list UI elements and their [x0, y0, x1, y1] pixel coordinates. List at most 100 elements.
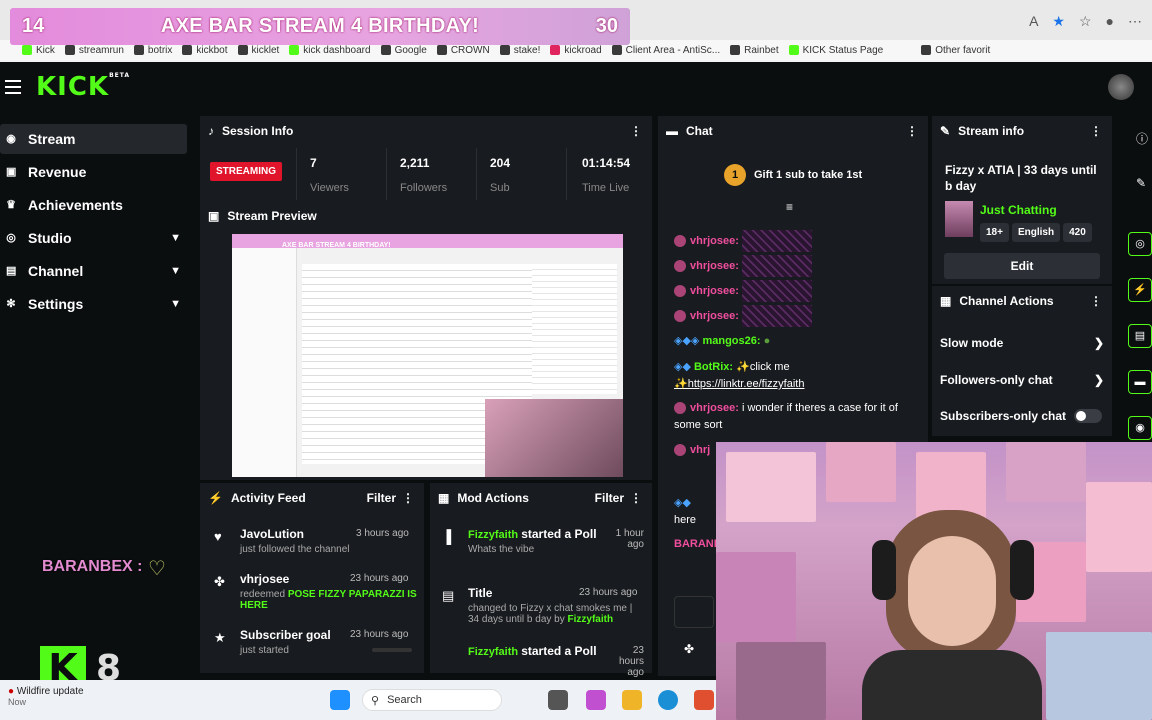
windows-start-icon[interactable]	[330, 690, 350, 710]
more-vertical-icon[interactable]: ⋮	[1090, 294, 1102, 308]
gift-sub-banner[interactable]: 1 Gift 1 sub to take 1st	[724, 164, 862, 186]
rail-chat-icon[interactable]: ▬	[1128, 370, 1152, 394]
sidebar-item-settings[interactable]: ✻ Settings ▼	[0, 289, 187, 319]
pencil-icon[interactable]: ✎	[1136, 176, 1146, 190]
bookmark-kick[interactable]: Kick	[22, 45, 55, 56]
bolt-icon: ⚡	[208, 491, 223, 505]
bookmark-client-area[interactable]: Client Area - AntiSc...	[611, 45, 720, 56]
favorite-star-icon[interactable]: ★	[1052, 13, 1065, 30]
app-icon[interactable]	[694, 690, 714, 710]
gear-icon: ✻	[6, 298, 16, 310]
bookmark-kickroad[interactable]: kickroad	[550, 45, 602, 56]
hamburger-menu-icon[interactable]	[5, 80, 21, 94]
poll-icon: ▐	[442, 529, 452, 544]
info-icon[interactable]: ⓘ	[1136, 130, 1148, 147]
bookmark-streamrun[interactable]: streamrun	[64, 45, 124, 56]
more-icon[interactable]: ⋯	[1128, 13, 1142, 30]
sidebar-item-revenue[interactable]: ▣ Revenue	[0, 157, 187, 187]
chat-message: ◈◆ BotRix: ✨click me	[674, 361, 790, 373]
collections-icon[interactable]: ☆	[1079, 13, 1092, 30]
avatar	[674, 310, 686, 322]
more-vertical-icon[interactable]: ⋮	[630, 491, 642, 505]
more-vertical-icon[interactable]: ⋮	[1090, 124, 1102, 138]
more-vertical-icon[interactable]: ⋮	[906, 124, 918, 138]
slow-mode-option[interactable]: Slow mode ❯	[940, 336, 1104, 350]
stat-time-live: 01:14:54 Time Live	[582, 156, 631, 192]
divider	[566, 148, 567, 200]
windows-taskbar	[0, 680, 716, 720]
stream-icon: ◉	[6, 133, 16, 145]
avatar	[674, 402, 686, 415]
subscribers-only-toggle[interactable]	[1074, 409, 1102, 423]
crown-favicon-icon	[436, 45, 447, 55]
banner-left-number: 14	[22, 15, 45, 37]
chat-input[interactable]	[674, 596, 714, 628]
more-vertical-icon[interactable]: ⋮	[630, 124, 642, 138]
wall-poster	[1046, 632, 1152, 720]
bookmark-google[interactable]: Google	[380, 45, 427, 56]
bookmark-kicklet[interactable]: kicklet	[237, 45, 279, 56]
stat-viewers: 7 Viewers	[310, 156, 349, 192]
mod-action-item: ▐ Fizzyfaith started a Poll 1 hour ago W…	[442, 527, 644, 555]
activity-filter-button[interactable]: Filter	[367, 491, 396, 505]
bookmark-kickbot[interactable]: kickbot	[182, 45, 228, 56]
stat-followers: 2,211 Followers	[400, 156, 448, 192]
bookmark-kick-dashboard[interactable]: kick dashboard	[289, 45, 371, 56]
edit-stream-info-button[interactable]: Edit	[944, 253, 1100, 279]
chevron-down-icon: ▼	[170, 298, 181, 310]
chat-message: vhrjosee:	[674, 255, 812, 277]
stat-subs: 204 Sub	[490, 156, 511, 192]
client-area-favicon-icon	[611, 45, 622, 55]
chat-link[interactable]: ✨https://linktr.ee/fizzyfaith	[674, 377, 804, 390]
settings-icon[interactable]: ✤	[684, 642, 694, 656]
taskbar-notification[interactable]: ● Wildfire update Now	[8, 686, 84, 707]
read-aloud-icon[interactable]: A	[1029, 13, 1038, 29]
sidebar-item-achievements[interactable]: ♛ Achievements	[0, 190, 187, 220]
preview-reddit-sidebar	[232, 248, 297, 477]
rail-document-icon[interactable]: ▤	[1128, 324, 1152, 348]
kick-status-favicon-icon	[788, 45, 799, 55]
botrix-favicon-icon	[133, 45, 144, 55]
bookmark-other-favorites[interactable]: Other favorit	[921, 45, 990, 56]
kick-logo[interactable]: KICKBETA	[36, 72, 130, 102]
bookmark-crown[interactable]: CROWN	[436, 45, 490, 56]
stream-category[interactable]: Just Chatting	[980, 203, 1057, 217]
goal-progress-bar	[372, 648, 412, 652]
bookmark-rainbet[interactable]: Rainbet	[730, 45, 779, 56]
bookmark-botrix[interactable]: botrix	[133, 45, 172, 56]
profile-icon[interactable]: ●	[1106, 13, 1114, 29]
copilot-icon[interactable]	[586, 690, 606, 710]
stream-preview-video[interactable]: AXE BAR STREAM 4 BIRTHDAY!	[232, 234, 623, 477]
avatar	[674, 260, 686, 272]
sidebar-item-studio[interactable]: ◎ Studio ▼	[0, 223, 187, 253]
more-vertical-icon[interactable]: ⋮	[402, 491, 414, 505]
file-explorer-icon[interactable]	[622, 690, 642, 710]
tag-pill: English	[1011, 223, 1061, 242]
chat-message-continued: here	[674, 514, 697, 526]
divider	[476, 148, 477, 200]
divider	[386, 148, 387, 200]
revenue-icon: ▣	[6, 166, 17, 178]
rail-broadcast-icon[interactable]: ◉	[1128, 416, 1152, 440]
emote-icon	[741, 230, 812, 252]
bookmark-stake[interactable]: stake!	[499, 45, 540, 56]
sidebar-item-channel[interactable]: ▤ Channel ▼	[0, 256, 187, 286]
bookmark-kick-status[interactable]: KICK Status Page	[788, 45, 883, 56]
chat-message: BARANE	[674, 538, 722, 550]
user-avatar[interactable]	[1108, 74, 1134, 100]
task-view-icon[interactable]	[548, 690, 568, 710]
taskbar-search[interactable]: ⚲ Search	[362, 689, 502, 711]
rail-lightning-icon[interactable]: ⚡	[1128, 278, 1152, 302]
followers-only-option[interactable]: Followers-only chat ❯	[940, 373, 1104, 387]
mod-action-item: ▤ Title 23 hours ago changed to Fizzy x …	[442, 586, 638, 625]
rail-camera-icon[interactable]: ◎	[1128, 232, 1152, 256]
edge-browser-icon[interactable]	[658, 690, 678, 710]
sidebar-item-stream[interactable]: ◉ Stream	[0, 124, 187, 154]
chevron-down-icon: ▼	[170, 232, 181, 244]
chat-message: ◈◆◈ mangos26: ●	[674, 335, 771, 347]
activity-feed-header: ⚡ Activity Feed Filter ⋮	[208, 491, 414, 505]
mod-filter-button[interactable]: Filter	[595, 491, 624, 505]
pinned-toggle-icon[interactable]: ≡	[786, 200, 793, 214]
avatar	[674, 285, 686, 297]
stake-favicon-icon	[499, 45, 510, 55]
